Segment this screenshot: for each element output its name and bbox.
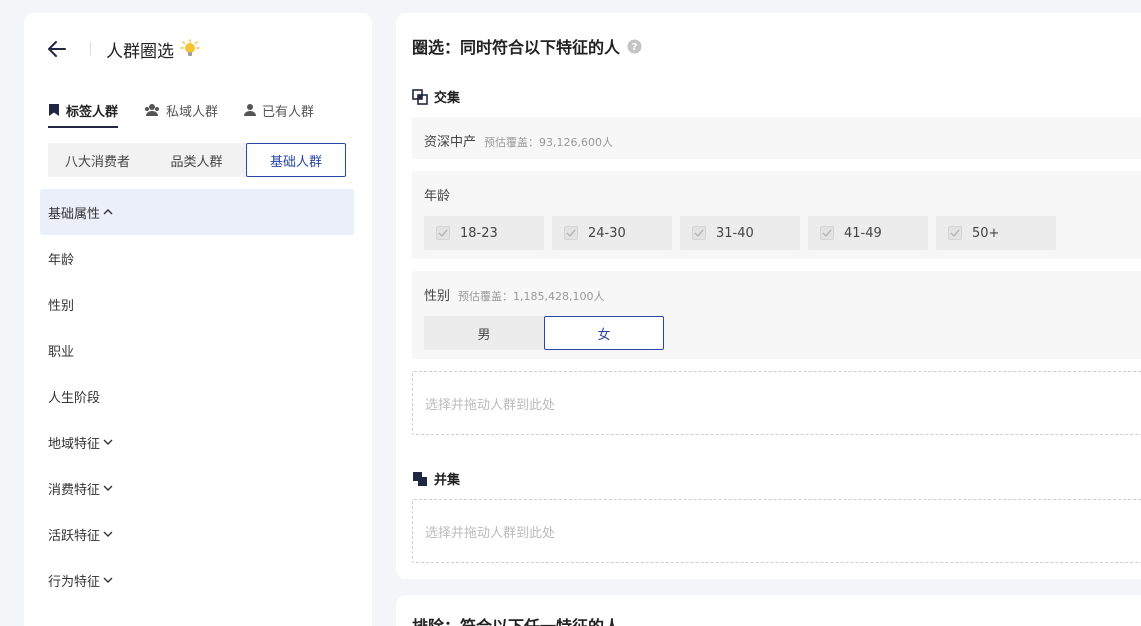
category-label: 行为特征 [48,574,101,590]
tag-item-senior-middle-class[interactable]: 资深中产 预估覆盖：93,126,600人 [412,117,1141,159]
age-option-50-plus[interactable]: 50+ [936,216,1056,250]
coverage-estimate: 预估覆盖：93,126,600人 [484,136,613,149]
chevron-down-icon [103,484,113,492]
segment-basic-crowd[interactable]: 基础人群 [246,143,346,177]
intersection-header: 交集 [412,87,460,106]
category-list: 基础属性 年龄 性别 职业 人生阶段 地域特征 消费特征 活跃特征 行为特征 [40,189,354,603]
category-gender[interactable]: 性别 [40,281,354,327]
tag-item-gender: 性别 预估覆盖：1,185,428,100人 男 女 [412,271,1141,359]
chevron-down-icon [103,530,113,538]
checkbox-icon [564,226,578,240]
union-dropzone[interactable]: 选择并拖动人群到此处 [412,499,1141,563]
gender-option-female[interactable]: 女 [544,316,664,350]
category-region[interactable]: 地域特征 [40,419,354,465]
tag-label: 资深中产 [424,135,477,150]
category-label: 基础属性 [48,206,101,222]
checkbox-icon [948,226,962,240]
crowd-type-switch: 八大消费者 品类人群 基础人群 [48,143,346,177]
tag-item-age: 年龄 18-23 24-30 31-40 41-49 50+ [412,171,1141,259]
tab-label: 私域人群 [166,104,219,120]
age-option-label: 50+ [972,225,1000,241]
page-title: 人群圈选 [106,41,174,62]
category-label: 地域特征 [48,436,101,452]
age-label: 年龄 [424,189,451,204]
selection-title: 圈选：同时符合以下特征的人 ? [412,34,642,58]
category-basic-attributes[interactable]: 基础属性 [40,189,354,235]
chevron-down-icon [103,576,113,584]
category-life-stage[interactable]: 人生阶段 [40,373,354,419]
lightbulb-icon [180,39,200,59]
checkbox-icon [436,226,450,240]
category-consumption[interactable]: 消费特征 [40,465,354,511]
tab-tag-crowd[interactable]: 标签人群 [48,93,119,128]
user-icon [244,104,257,116]
category-label: 活跃特征 [48,528,101,544]
segment-category-crowd[interactable]: 品类人群 [147,143,246,177]
selection-title-text: 圈选：同时符合以下特征的人 [412,38,621,57]
intersection-icon [412,88,428,105]
union-label: 并集 [434,473,461,488]
union-header: 并集 [412,469,460,488]
selection-panel: 圈选：同时符合以下特征的人 ? 交集 资深中产 预估覆盖：93,126,600人… [396,13,1141,579]
category-behavior[interactable]: 行为特征 [40,557,354,603]
segment-eight-consumers[interactable]: 八大消费者 [48,143,147,177]
age-option-label: 41-49 [844,225,882,241]
age-option-18-23[interactable]: 18-23 [424,216,544,250]
header-divider [90,42,91,56]
help-icon[interactable]: ? [627,39,642,54]
bookmark-icon [49,104,59,116]
tab-private-crowd[interactable]: 私域人群 [144,93,218,127]
category-age[interactable]: 年龄 [40,235,354,281]
age-option-label: 18-23 [460,225,498,241]
exclusion-panel: 排除：符合以下任一特征的人 [396,595,1141,626]
age-option-label: 24-30 [588,225,626,241]
intersection-dropzone[interactable]: 选择并拖动人群到此处 [412,371,1141,435]
category-occupation[interactable]: 职业 [40,327,354,373]
header: 人群圈选 [48,35,200,63]
intersection-label: 交集 [434,91,461,106]
back-button[interactable] [48,38,70,60]
age-option-24-30[interactable]: 24-30 [552,216,672,250]
checkbox-icon [692,226,706,240]
chevron-up-icon [103,208,113,216]
gender-label: 性别 [424,289,451,304]
tab-label: 已有人群 [262,104,315,120]
age-options: 18-23 24-30 31-40 41-49 50+ [424,216,1140,250]
gender-option-male[interactable]: 男 [424,316,544,350]
group-icon [145,104,160,116]
coverage-estimate: 预估覆盖：1,185,428,100人 [458,290,605,303]
category-activity[interactable]: 活跃特征 [40,511,354,557]
gender-options: 男 女 [424,316,1140,350]
arrow-left-icon [48,41,66,57]
age-option-41-49[interactable]: 41-49 [808,216,928,250]
tab-label: 标签人群 [66,104,119,120]
union-icon [413,471,427,486]
exclusion-title: 排除：符合以下任一特征的人 [412,613,620,626]
age-option-31-40[interactable]: 31-40 [680,216,800,250]
svg-text:?: ? [632,42,638,53]
age-option-label: 31-40 [716,225,754,241]
tab-existing-crowd[interactable]: 已有人群 [244,93,314,127]
category-label: 消费特征 [48,482,101,498]
chevron-down-icon [103,438,113,446]
checkbox-icon [820,226,834,240]
tab-bar: 标签人群 私域人群 已有人群 [48,93,340,128]
left-panel: 人群圈选 标签人群 私域人群 已有人群 八大消费者 品类人群 基础人群 基础属性… [24,13,372,626]
